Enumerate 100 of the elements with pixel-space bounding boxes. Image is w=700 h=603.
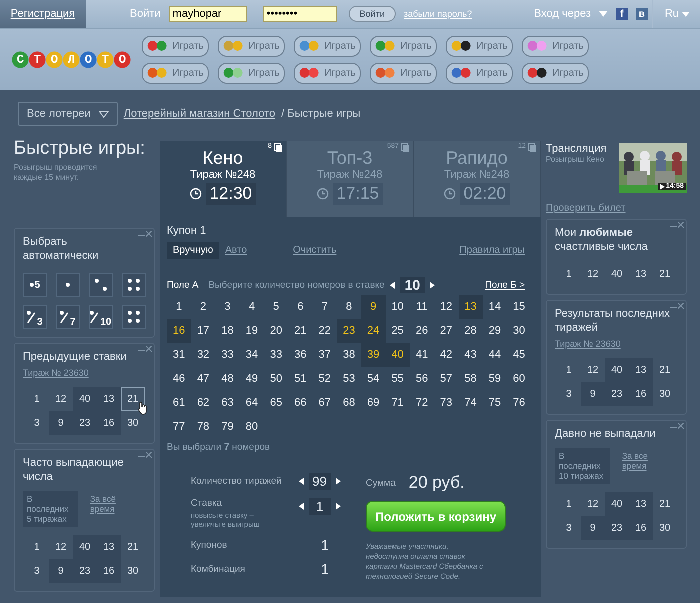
number-button[interactable]: 10 (386, 295, 410, 319)
breadcrumb-link[interactable]: Лотерейный магазин Столото (124, 108, 276, 120)
close-icon[interactable] (146, 452, 152, 458)
close-icon[interactable] (678, 303, 684, 309)
number-button[interactable]: 47 (191, 367, 216, 391)
number-button[interactable]: 18 (216, 319, 240, 343)
number-button[interactable]: 69 (361, 391, 386, 415)
number-button[interactable]: 64 (240, 391, 264, 415)
number-button[interactable]: 75 (482, 391, 508, 415)
number-button[interactable]: 24 (361, 319, 386, 343)
login-field[interactable]: mayhopar (168, 6, 247, 22)
number-button[interactable]: 66 (288, 391, 313, 415)
number-button[interactable]: 28 (458, 319, 483, 343)
number-button[interactable]: 78 (191, 415, 216, 439)
number-button[interactable]: 21 (288, 319, 313, 343)
number-button[interactable]: 16 (167, 319, 192, 343)
close-icon[interactable] (146, 231, 152, 237)
number-button[interactable]: 67 (312, 391, 338, 415)
number-button[interactable]: 39 (361, 343, 386, 367)
number-button[interactable]: 13 (458, 295, 483, 319)
right-arrow-icon[interactable] (336, 478, 341, 485)
number-button[interactable]: 40 (386, 343, 410, 367)
number-button[interactable]: 71 (386, 391, 410, 415)
caret-icon[interactable] (98, 110, 109, 118)
number-button[interactable]: 63 (216, 391, 240, 415)
number-button[interactable]: 8 (337, 295, 362, 319)
number-button[interactable]: 25 (386, 319, 410, 343)
number-button[interactable]: 30 (507, 319, 532, 343)
number-button[interactable]: 49 (240, 367, 264, 391)
number-button[interactable]: 56 (410, 367, 434, 391)
number-button[interactable]: 5 (264, 295, 288, 319)
number-button[interactable]: 79 (216, 415, 240, 439)
number-button[interactable]: 33 (216, 343, 240, 367)
number-button[interactable]: 7 (312, 295, 338, 319)
number-button[interactable]: 33 (264, 343, 288, 367)
number-button[interactable]: 45 (507, 343, 532, 367)
number-button[interactable]: 52 (312, 367, 338, 391)
close-icon[interactable] (678, 222, 684, 228)
number-button[interactable]: 55 (386, 367, 410, 391)
social-network-button[interactable]: в (636, 8, 648, 20)
auto-pick-button[interactable]: 3 (23, 305, 47, 329)
number-button[interactable]: 62 (191, 391, 216, 415)
number-button[interactable]: 43 (458, 343, 483, 367)
number-button[interactable]: 1 (167, 295, 192, 319)
number-button[interactable]: 11 (410, 295, 434, 319)
left-arrow-icon[interactable] (390, 282, 395, 288)
right-arrow-icon[interactable] (430, 282, 436, 288)
number-button[interactable]: 61 (167, 391, 192, 415)
number-button[interactable]: 3 (216, 295, 240, 319)
auto-pick-button[interactable] (122, 305, 146, 329)
number-button[interactable]: 48 (216, 367, 240, 391)
number-button[interactable]: 58 (458, 367, 483, 391)
number-button[interactable]: 12 (434, 295, 459, 319)
rules-link[interactable]: Правила игры (460, 245, 525, 256)
number-button[interactable]: 29 (482, 319, 508, 343)
number-button[interactable]: 68 (337, 391, 362, 415)
number-button[interactable]: 72 (410, 391, 434, 415)
number-button[interactable]: 73 (434, 391, 459, 415)
number-button[interactable]: 50 (264, 367, 288, 391)
number-button[interactable]: 59 (482, 367, 508, 391)
number-button[interactable]: 44 (482, 343, 508, 367)
password-field[interactable]: •••••••• (262, 6, 337, 22)
clear-link[interactable]: Очистить (293, 245, 337, 256)
number-button[interactable]: 65 (264, 391, 288, 415)
mode-tab[interactable]: Авто (219, 242, 254, 259)
mode-tab[interactable]: Вручную (167, 242, 220, 259)
number-button[interactable]: 23 (337, 319, 362, 343)
number-button[interactable]: 51 (288, 367, 313, 391)
number-button[interactable]: 34 (240, 343, 264, 367)
left-arrow-icon[interactable] (299, 503, 304, 510)
number-button[interactable]: 9 (361, 295, 386, 319)
number-button[interactable]: 26 (410, 319, 434, 343)
register-link[interactable]: Регистрация (0, 0, 86, 28)
close-icon[interactable] (146, 346, 152, 352)
close-icon[interactable] (678, 423, 684, 429)
number-button[interactable]: 2 (191, 295, 216, 319)
number-button[interactable]: 27 (434, 319, 459, 343)
number-button[interactable]: 76 (507, 391, 532, 415)
number-button[interactable]: 36 (288, 343, 313, 367)
number-button[interactable]: 57 (434, 367, 459, 391)
number-button[interactable]: 6 (288, 295, 313, 319)
number-button[interactable]: 37 (312, 343, 338, 367)
number-button[interactable]: 53 (337, 367, 362, 391)
social-network-button[interactable]: f (616, 8, 628, 20)
auto-pick-button[interactable]: 7 (56, 305, 80, 329)
number-button[interactable]: 15 (507, 295, 532, 319)
number-button[interactable]: 17 (191, 319, 216, 343)
field-b-link[interactable]: Поле Б > (485, 280, 525, 290)
number-button[interactable]: 46 (167, 367, 192, 391)
number-button[interactable]: 32 (191, 343, 216, 367)
auto-pick-button[interactable]: 10 (89, 305, 113, 329)
auto-pick-button[interactable] (89, 273, 113, 297)
lottery-filter-dropdown[interactable]: Все лотереи (18, 102, 118, 126)
number-button[interactable]: 77 (167, 415, 192, 439)
number-button[interactable]: 80 (240, 415, 264, 439)
right-arrow-icon[interactable] (336, 503, 341, 510)
number-button[interactable]: 38 (337, 343, 362, 367)
auto-pick-button[interactable] (56, 273, 80, 297)
login-button[interactable]: Войти (348, 6, 396, 22)
number-button[interactable]: 31 (167, 343, 192, 367)
